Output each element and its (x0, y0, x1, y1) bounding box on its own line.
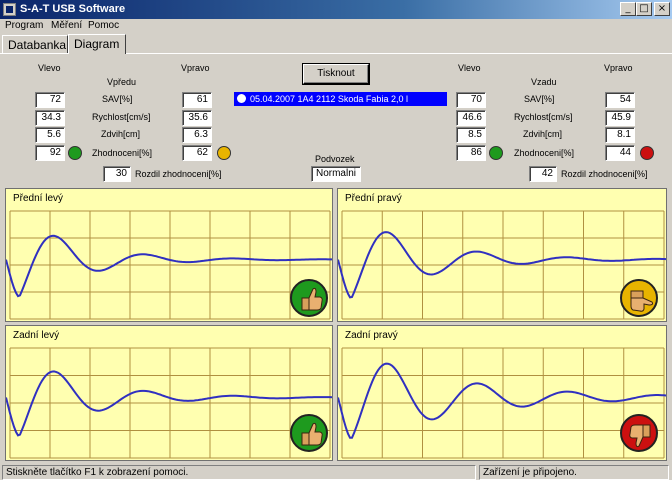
chart-rear-right-title: Zadní pravý (345, 330, 398, 341)
rear-left-stroke: 8.5 (456, 127, 486, 143)
rear-right-rating: 44 (605, 145, 635, 161)
record-label: 05.04.2007 1A4 2112 Skoda Fabia 2,0 l (250, 94, 408, 104)
front-right-rating: 62 (182, 145, 212, 161)
rear-diff-value: 42 (529, 166, 557, 182)
chart-front-left-title: Přední levý (13, 193, 64, 204)
rear-left-heading: Vlevo (458, 63, 481, 73)
front-diff-label: Rozdil zhodnoceni[%] (135, 169, 222, 179)
menu-bar: Program Měření Pomoc (0, 19, 672, 35)
front-stroke-label: Zdvih[cm] (101, 129, 141, 139)
front-right-speed: 35.6 (182, 110, 212, 126)
chart-rear-left-plot (6, 347, 332, 459)
chart-front-right-plot (338, 210, 666, 320)
rear-right-speed: 45.9 (605, 110, 635, 126)
chassis-label: Podvozek (315, 154, 355, 164)
status-help-text: Stiskněte tlačítko F1 k zobrazení pomoci… (2, 465, 476, 480)
rear-left-speed: 46.6 (456, 110, 486, 126)
chart-front-right-title: Přední pravý (345, 193, 402, 204)
chart-front-left-plot (6, 210, 332, 320)
tab-diagram[interactable]: Diagram (68, 34, 126, 54)
rear-speed-label: Rychlost[cm/s] (514, 112, 573, 122)
front-left-rating: 92 (35, 145, 65, 161)
rear-right-stroke: 8.1 (605, 127, 635, 143)
rear-right-thumb-icon (640, 146, 654, 160)
front-left-thumb-icon (68, 146, 82, 160)
record-bullet-icon (237, 94, 246, 103)
front-left-speed: 34.3 (35, 110, 65, 126)
rear-left-rating: 86 (456, 145, 486, 161)
app-icon (3, 3, 16, 16)
chart-rear-left-thumb-icon (290, 414, 328, 452)
close-button[interactable]: × (654, 2, 670, 16)
rear-left-thumb-icon (489, 146, 503, 160)
front-speed-label: Rychlost[cm/s] (92, 112, 151, 122)
front-right-sav: 61 (182, 92, 212, 108)
front-right-stroke: 6.3 (182, 127, 212, 143)
chart-front-left: Přední levý (5, 188, 333, 322)
front-right-heading: Vpravo (181, 63, 210, 73)
rear-left-sav: 70 (456, 92, 486, 108)
tab-databanka[interactable]: Databanka (2, 35, 68, 53)
menu-pomoc[interactable]: Pomoc (88, 20, 119, 31)
rear-rating-label: Zhodnoceni[%] (514, 148, 575, 158)
record-list-item[interactable]: 05.04.2007 1A4 2112 Skoda Fabia 2,0 l (234, 92, 447, 106)
rear-heading: Vzadu (531, 77, 557, 87)
chart-front-right-thumb-icon (620, 279, 658, 317)
status-bar: Stiskněte tlačítko F1 k zobrazení pomoci… (0, 464, 672, 480)
minimize-button[interactable]: _ (620, 2, 636, 16)
front-left-heading: Vlevo (38, 63, 61, 73)
front-right-thumb-icon (217, 146, 231, 160)
front-left-stroke: 5.6 (35, 127, 65, 143)
rear-diff-label: Rozdil zhodnoceni[%] (561, 169, 648, 179)
menu-program[interactable]: Program (5, 20, 43, 31)
print-button[interactable]: Tisknout (303, 64, 369, 84)
rear-right-heading: Vpravo (604, 63, 633, 73)
chart-rear-left-title: Zadní levý (13, 330, 60, 341)
chart-rear-right-plot (338, 347, 666, 459)
chart-rear-right: Zadní pravý (337, 325, 667, 461)
front-diff-value: 30 (103, 166, 131, 182)
chart-rear-right-thumb-icon (620, 414, 658, 452)
chart-front-right: Přední pravý (337, 188, 667, 322)
menu-mereni[interactable]: Měření (51, 20, 82, 31)
maximize-button[interactable]: □ (636, 2, 652, 16)
tab-strip: Databanka Diagram (0, 34, 672, 54)
front-rating-label: Zhodnoceni[%] (92, 148, 153, 158)
front-left-sav: 72 (35, 92, 65, 108)
window-title: S-A-T USB Software (20, 3, 126, 15)
rear-right-sav: 54 (605, 92, 635, 108)
chart-front-left-thumb-icon (290, 279, 328, 317)
status-connection-text: Zařízení je připojeno. (479, 465, 669, 480)
rear-stroke-label: Zdvih[cm] (523, 129, 563, 139)
front-sav-label: SAV[%] (102, 94, 133, 104)
chassis-value: Normalni (311, 166, 361, 182)
chart-rear-left: Zadní levý (5, 325, 333, 461)
title-bar: S-A-T USB Software _ □ × (0, 0, 672, 19)
front-heading: Vpředu (107, 77, 137, 87)
rear-sav-label: SAV[%] (524, 94, 555, 104)
